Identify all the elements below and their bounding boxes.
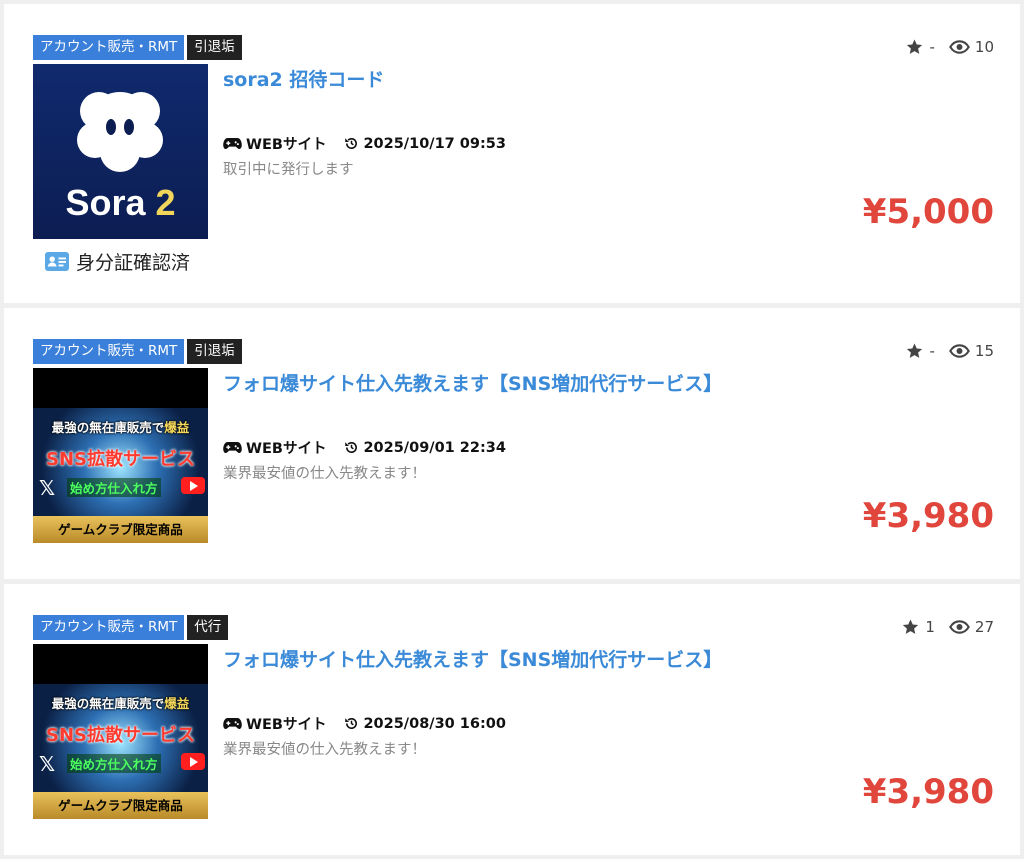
history-icon <box>345 138 358 149</box>
history-icon <box>345 718 358 729</box>
eye-icon <box>948 40 970 54</box>
gamepad-icon <box>223 717 242 730</box>
eye-icon <box>948 620 970 634</box>
x-logo-icon: 𝕏 <box>39 476 56 500</box>
gamepad-icon <box>223 441 242 454</box>
listing-description: 業界最安値の仕入先教えます！ <box>223 466 426 482</box>
id-card-icon <box>45 252 69 271</box>
category-tag[interactable]: アカウント販売・RMT <box>33 339 185 364</box>
listing-price: ¥3,980 <box>862 772 994 812</box>
x-logo-icon: 𝕏 <box>39 752 56 776</box>
listing-date: 2025/09/01 22:34 <box>363 439 506 456</box>
listing-description: 取引中に発行します <box>223 162 354 178</box>
view-count: 15 <box>974 342 994 360</box>
listing-tags: アカウント販売・RMT 代行 <box>33 615 229 640</box>
type-tag[interactable]: 代行 <box>187 615 229 640</box>
type-tag[interactable]: 引退垢 <box>187 35 242 60</box>
listing-description: 業界最安値の仕入先教えます！ <box>223 742 426 758</box>
listing-title[interactable]: フォロ爆サイト仕入先教えます【SNS増加代行サービス】 <box>223 645 722 672</box>
listing-thumbnail[interactable]: Sora 2 <box>33 64 208 239</box>
listing-meta: WEBサイト 2025/10/17 09:53 <box>223 133 506 154</box>
platform-label: WEBサイト <box>246 717 327 733</box>
view-count: 10 <box>974 38 994 56</box>
star-icon <box>903 619 919 634</box>
history-icon <box>345 442 358 453</box>
platform-label: WEBサイト <box>246 137 327 153</box>
youtube-icon <box>181 477 205 494</box>
thumbnail-title: SNS拡散サービス <box>46 725 195 746</box>
platform-label: WEBサイト <box>246 441 327 457</box>
listing-stats: - 15 <box>905 341 994 361</box>
verified-badge: 身分証確認済 <box>45 248 190 275</box>
sns-thumbnail: 最強の無在庫販売で爆益 SNS拡散サービス 𝕏 始め方仕入れ方 ゲームクラブ限定… <box>33 644 208 819</box>
sora-wordmark: Sora 2 <box>65 182 176 223</box>
star-icon <box>907 39 923 54</box>
thumbnail-band: ゲームクラブ限定商品 <box>33 516 208 543</box>
rating-value: - <box>929 38 935 56</box>
thumbnail-subtitle: 始め方仕入れ方 <box>67 478 161 497</box>
listing-title[interactable]: sora2 招待コード <box>223 65 384 92</box>
sns-thumbnail: 最強の無在庫販売で爆益 SNS拡散サービス 𝕏 始め方仕入れ方 ゲームクラブ限定… <box>33 368 208 543</box>
listing-price: ¥3,980 <box>862 496 994 536</box>
eye-icon <box>948 344 970 358</box>
listing-thumbnail[interactable]: 最強の無在庫販売で爆益 SNS拡散サービス 𝕏 始め方仕入れ方 ゲームクラブ限定… <box>33 644 208 819</box>
listing-card[interactable]: アカウント販売・RMT 代行 1 27 最強の無在庫販売で爆益 SNS拡散サービ… <box>4 584 1020 855</box>
thumbnail-band: ゲームクラブ限定商品 <box>33 792 208 819</box>
listing-tags: アカウント販売・RMT 引退垢 <box>33 35 242 60</box>
category-tag[interactable]: アカウント販売・RMT <box>33 35 185 60</box>
listing-price: ¥5,000 <box>862 192 994 232</box>
view-count: 27 <box>974 618 994 636</box>
rating-value: 1 <box>925 618 935 636</box>
listing-stats: 1 27 <box>901 617 994 637</box>
listing-stats: - 10 <box>905 37 994 57</box>
listing-date: 2025/08/30 16:00 <box>363 715 506 732</box>
listing-thumbnail[interactable]: 最強の無在庫販売で爆益 SNS拡散サービス 𝕏 始め方仕入れ方 ゲームクラブ限定… <box>33 368 208 543</box>
thumbnail-title: SNS拡散サービス <box>46 449 195 470</box>
listing-card[interactable]: アカウント販売・RMT 引退垢 - 15 最強の無在庫販売で爆益 SNS拡散サー… <box>4 308 1020 579</box>
rating-value: - <box>929 342 935 360</box>
listing-title[interactable]: フォロ爆サイト仕入先教えます【SNS増加代行サービス】 <box>223 369 722 396</box>
category-tag[interactable]: アカウント販売・RMT <box>33 615 185 640</box>
type-tag[interactable]: 引退垢 <box>187 339 242 364</box>
thumbnail-headline: 最強の無在庫販売で爆益 <box>51 420 190 435</box>
star-icon <box>907 343 923 358</box>
listing-meta: WEBサイト 2025/09/01 22:34 <box>223 437 506 458</box>
verified-label: 身分証確認済 <box>76 252 191 274</box>
youtube-icon <box>181 753 205 770</box>
thumbnail-headline: 最強の無在庫販売で爆益 <box>51 696 190 711</box>
thumbnail-subtitle: 始め方仕入れ方 <box>67 754 161 773</box>
listing-date: 2025/10/17 09:53 <box>363 135 506 152</box>
listing-card[interactable]: アカウント販売・RMT 引退垢 - 10 Sora 2 sora2 招待コード … <box>4 4 1020 303</box>
listing-meta: WEBサイト 2025/08/30 16:00 <box>223 713 506 734</box>
sora-thumbnail: Sora 2 <box>33 64 208 239</box>
listing-tags: アカウント販売・RMT 引退垢 <box>33 339 242 364</box>
gamepad-icon <box>223 137 242 150</box>
